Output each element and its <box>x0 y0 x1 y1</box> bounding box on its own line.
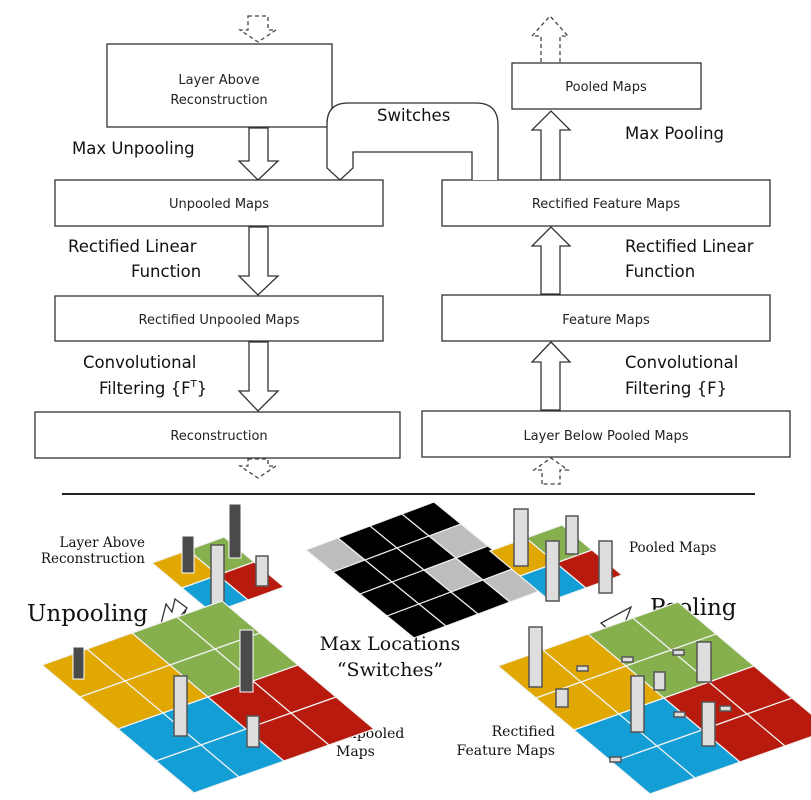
activation-bar-light <box>255 555 269 587</box>
label-conv-right-2: Filtering {F} <box>625 379 727 398</box>
arrow-conv-up <box>530 341 572 411</box>
label-layer-above-2: Reconstruction <box>41 551 145 567</box>
arrow-conv-transpose-down <box>237 341 280 412</box>
activation-bar-small <box>621 656 634 663</box>
label-conv-left-end: } <box>197 379 208 398</box>
label-conv-left-2: Filtering {FT} <box>99 379 207 398</box>
dashed-arrow-out-bottom-left <box>237 458 279 479</box>
activation-bar-dark <box>239 629 254 693</box>
label-relu-left-1: Rectified Linear <box>68 237 197 256</box>
activation-bar-light <box>701 701 716 747</box>
box-label-reconstruction: Reconstruction <box>170 429 267 444</box>
label-unpooling: Unpooling <box>27 601 148 627</box>
label-relu-right-2: Function <box>625 262 695 281</box>
activation-bar-light <box>630 675 645 733</box>
box-label-feature-maps: Feature Maps <box>562 313 650 328</box>
activation-bar-small <box>673 711 686 718</box>
activation-bar-dark <box>228 503 242 559</box>
label-relu-right-1: Rectified Linear <box>625 237 754 256</box>
label-max-pooling: Max Pooling <box>625 124 724 143</box>
dashed-arrow-in-top-left <box>237 15 279 43</box>
label-rectified-1: Rectified <box>492 724 555 740</box>
box-label-unpooled-maps: Unpooled Maps <box>169 197 269 212</box>
activation-bar-light <box>598 540 613 594</box>
arrow-relu-down <box>237 226 280 296</box>
activation-bar-small <box>719 705 732 712</box>
activation-bar-light <box>528 626 543 688</box>
label-max-locations: Max Locations <box>320 633 461 655</box>
activation-bar-dark <box>72 646 85 680</box>
label-conv-right-1: Convolutional <box>625 353 738 372</box>
box-label-rectified-feature-maps: Rectified Feature Maps <box>532 197 681 212</box>
activation-bar-small <box>609 756 622 763</box>
activation-bar-light <box>173 675 188 737</box>
arrow-max-pooling <box>530 110 572 181</box>
arrow-max-unpooling <box>237 127 280 181</box>
box-label-pooled-maps: Pooled Maps <box>565 80 647 95</box>
activation-bar-light <box>653 671 666 691</box>
box-label-layer-above-2: Reconstruction <box>170 93 267 108</box>
box-label-layer-below-pooled-maps: Layer Below Pooled Maps <box>523 429 688 444</box>
activation-bar-light <box>696 641 712 683</box>
deconvnet-diagram: Layer Above Reconstruction Max Unpooling… <box>27 15 811 795</box>
label-max-unpooling: Max Unpooling <box>72 139 195 158</box>
label-unpooled-2: Maps <box>336 744 375 760</box>
label-switches: Switches <box>377 106 450 125</box>
dashed-arrow-out-top-right <box>530 15 570 62</box>
dashed-arrow-in-bottom-right <box>531 457 571 485</box>
activation-bar-light <box>545 540 560 602</box>
box-label-rectified-unpooled-maps: Rectified Unpooled Maps <box>139 313 300 328</box>
activation-bar-small <box>672 649 685 656</box>
activation-bar-dark <box>181 535 195 574</box>
label-rectified-2: Feature Maps <box>457 743 555 759</box>
label-switches-quoted: “Switches” <box>337 659 443 681</box>
box-label-layer-above-1: Layer Above <box>178 73 259 88</box>
label-pooled-maps: Pooled Maps <box>629 540 717 556</box>
activation-bar-light <box>555 688 569 708</box>
label-relu-left-2: Function <box>131 262 201 281</box>
label-conv-left-2-main: Filtering {F <box>99 379 191 398</box>
label-conv-left-1: Convolutional <box>83 353 196 372</box>
activation-bar-small <box>576 665 589 672</box>
label-layer-above-1: Layer Above <box>59 535 145 551</box>
activation-bar-light <box>565 515 579 555</box>
activation-bar-light <box>210 544 225 606</box>
arrow-relu-up <box>530 226 572 295</box>
activation-bar-light <box>513 508 529 567</box>
activation-bar-light <box>246 715 260 748</box>
